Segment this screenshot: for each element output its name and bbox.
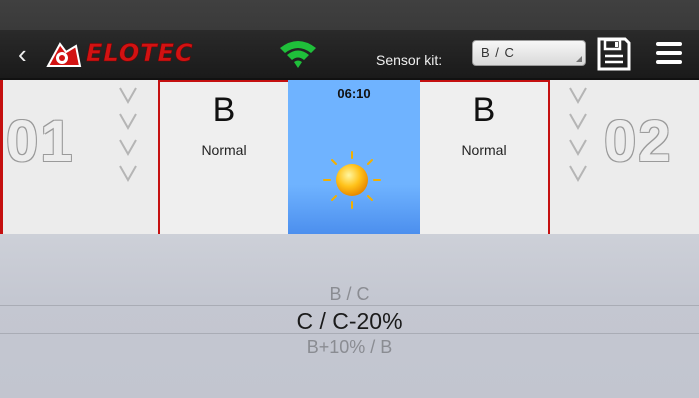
- picker-divider: [0, 333, 699, 334]
- sun-icon: [323, 151, 381, 209]
- top-bar: ‹ ELOTEC Sensor kit: B / C: [0, 30, 699, 80]
- elotec-logo-icon: [46, 42, 82, 67]
- detector-letter: B: [212, 91, 236, 129]
- sensor-kit-value: B / C: [481, 45, 515, 60]
- detector-left[interactable]: B Normal: [158, 80, 288, 234]
- picker-option[interactable]: B+10% / B: [0, 337, 699, 358]
- sensor-kit-select[interactable]: B / C: [472, 40, 586, 66]
- save-icon[interactable]: [596, 36, 632, 72]
- detector-panel: 01 B Normal 06:10 B Normal 02: [0, 80, 699, 234]
- picker-option-selected[interactable]: C / C-20%: [0, 308, 699, 335]
- menu-icon[interactable]: [656, 42, 682, 66]
- detector-letter: B: [472, 91, 496, 129]
- menu-bar: [656, 60, 682, 64]
- chevron-down-icon: [119, 87, 137, 183]
- detector-right[interactable]: B Normal: [420, 80, 550, 234]
- panel-edge-marker: [0, 80, 3, 234]
- wifi-icon: [280, 41, 316, 68]
- status-bar: [0, 0, 699, 30]
- sensor-kit-label: Sensor kit:: [376, 52, 443, 68]
- sky-indicator: 06:10: [288, 80, 420, 234]
- chevron-down-icon: [569, 87, 587, 183]
- menu-bar: [656, 42, 682, 46]
- time-display: 06:10: [337, 86, 371, 101]
- sensor-kit-picker[interactable]: B / C C / C-20% B+10% / B: [0, 234, 699, 398]
- detector-mode: Normal: [461, 142, 507, 158]
- brand-logo-text: ELOTEC: [86, 39, 194, 68]
- select-corner-icon: [576, 56, 582, 62]
- zone-number-left: 01: [6, 109, 75, 174]
- picker-divider: [0, 305, 699, 306]
- detector-mode: Normal: [201, 142, 247, 158]
- picker-option[interactable]: B / C: [0, 284, 699, 305]
- back-arrow-icon[interactable]: ‹: [18, 40, 38, 68]
- zone-number-right: 02: [604, 109, 673, 174]
- menu-bar: [656, 51, 682, 55]
